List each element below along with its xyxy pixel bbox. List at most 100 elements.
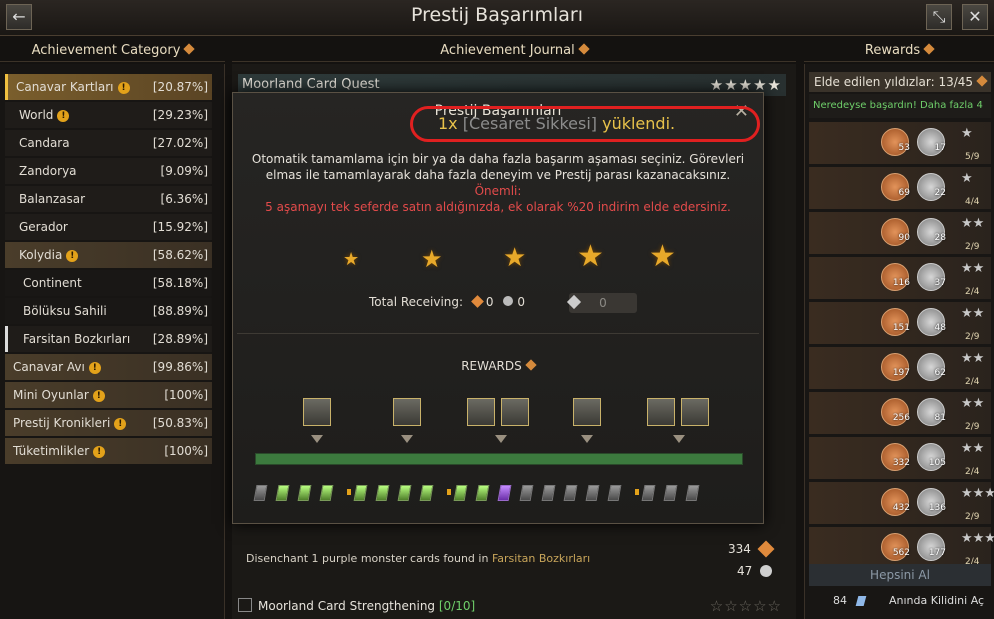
stage-star-icon[interactable]: ★ bbox=[343, 249, 359, 270]
orange-coin-icon: 256 bbox=[881, 398, 910, 426]
rewards-header: Rewards bbox=[804, 40, 994, 62]
orange-coin-icon: 562 bbox=[881, 533, 910, 561]
star-icon: ★★ bbox=[961, 351, 985, 366]
close-icon[interactable]: ✕ bbox=[962, 4, 988, 30]
collapse-icon[interactable]: ⤡ bbox=[926, 4, 952, 30]
silver-coin-icon: 81 bbox=[917, 398, 946, 426]
reward-tier[interactable]: 116 37 ★★ 2/4 bbox=[809, 257, 991, 299]
star-icon: ★★ bbox=[961, 441, 985, 456]
separator-dot bbox=[635, 489, 639, 495]
category-item[interactable]: Bölüksu Sahili [88.89%] bbox=[5, 298, 212, 324]
marker-icon bbox=[673, 435, 685, 443]
stage-gem-icon bbox=[375, 485, 390, 501]
silver-coin-icon: 17 bbox=[917, 128, 946, 156]
reward-card-icon[interactable] bbox=[393, 398, 421, 426]
reward-tier[interactable]: 69 22 ★ 4/4 bbox=[809, 167, 991, 209]
tier-progress: 2/9 bbox=[965, 422, 980, 432]
separator-dot bbox=[347, 489, 351, 495]
stage-gem-icon bbox=[519, 485, 534, 501]
stage-star-icon[interactable]: ★ bbox=[577, 239, 604, 274]
stage-gem-icon bbox=[419, 485, 434, 501]
stars-earned: Elde edilen yıldızlar: 13/45 bbox=[809, 72, 991, 92]
tier-progress: 5/9 bbox=[965, 152, 980, 162]
toast-message: 1x [Cesaret Sikkesi] yüklendi. bbox=[438, 114, 676, 133]
reward-tier[interactable]: 562 177 ★★★ 2/4 bbox=[809, 527, 994, 569]
star-icon: ★★★ bbox=[961, 486, 994, 501]
rewards-label: REWARDS bbox=[233, 359, 763, 373]
reward-card-icon[interactable] bbox=[681, 398, 709, 426]
category-item[interactable]: Canavar Kartları! [20.87%] bbox=[5, 74, 212, 100]
stage-gem-icon bbox=[397, 485, 412, 501]
reward-tier[interactable]: 432 136 ★★★ 2/9 bbox=[809, 482, 994, 524]
tier-progress: 2/4 bbox=[965, 287, 980, 297]
silver-coin-icon: 48 bbox=[917, 308, 946, 336]
category-item[interactable]: Canavar Avı! [99.86%] bbox=[5, 354, 212, 380]
stage-gem-icon bbox=[563, 485, 578, 501]
reward-card-icon[interactable] bbox=[573, 398, 601, 426]
checkbox-icon[interactable] bbox=[238, 598, 252, 612]
reward-tier[interactable]: 90 28 ★★ 2/9 bbox=[809, 212, 991, 254]
reward-tier[interactable]: 256 81 ★★ 2/9 bbox=[809, 392, 991, 434]
separator-dot bbox=[447, 489, 451, 495]
category-item[interactable]: Prestij Kronikleri! [50.83%] bbox=[5, 410, 212, 436]
total-receiving: Total Receiving: 0 0 bbox=[369, 295, 525, 309]
silver-coin-icon bbox=[760, 565, 772, 577]
stage-gem-icon bbox=[641, 485, 656, 501]
category-item[interactable]: Tüketimlikler! [100%] bbox=[5, 438, 212, 464]
orange-coin-icon: 53 bbox=[881, 128, 910, 156]
silver-coin-icon bbox=[503, 296, 514, 306]
tier-progress: 4/4 bbox=[965, 197, 980, 207]
orange-coin-icon: 90 bbox=[881, 218, 910, 246]
category-item[interactable]: Balanzasar [6.36%] bbox=[5, 186, 212, 212]
star-icon: ★★ bbox=[961, 306, 985, 321]
category-item[interactable]: Farsitan Bozkırları [28.89%] bbox=[5, 326, 212, 352]
tier-progress: 2/9 bbox=[965, 512, 980, 522]
orange-coin-icon: 432 bbox=[881, 488, 910, 516]
stage-gem-icon bbox=[497, 485, 512, 501]
rewards-panel: Elde edilen yıldızlar: 13/45 Neredeyse b… bbox=[804, 64, 994, 619]
star-icon: ★★ bbox=[961, 216, 985, 231]
reward-card-icon[interactable] bbox=[647, 398, 675, 426]
silver-coin-icon: 177 bbox=[917, 533, 946, 561]
category-item[interactable]: Candara [27.02%] bbox=[5, 130, 212, 156]
stage-star-icon[interactable]: ★ bbox=[649, 239, 676, 274]
category-item[interactable]: World! [29.23%] bbox=[5, 102, 212, 128]
stage-star-icon[interactable]: ★ bbox=[503, 243, 526, 273]
almost-done-note: Neredeyse başardın! Daha fazla 4 al. bbox=[809, 94, 991, 135]
journal-row[interactable]: Moorland Card Strengthening [0/10] ☆☆☆☆☆ bbox=[238, 596, 786, 616]
stage-gem-icon bbox=[585, 485, 600, 501]
orange-coin-icon: 197 bbox=[881, 353, 910, 381]
reward-tier[interactable]: 151 48 ★★ 2/9 bbox=[809, 302, 991, 344]
diamond-icon bbox=[855, 596, 867, 606]
orange-coin-icon: 69 bbox=[881, 173, 910, 201]
tier-progress: 2/4 bbox=[965, 377, 980, 387]
stage-gem-icon bbox=[685, 485, 700, 501]
tier-progress: 2/9 bbox=[965, 242, 980, 252]
reward-card-icon[interactable] bbox=[501, 398, 529, 426]
category-item[interactable]: Kolydia! [58.62%] bbox=[5, 242, 212, 268]
orange-coin-icon: 116 bbox=[881, 263, 910, 291]
orange-coin-icon: 151 bbox=[881, 308, 910, 336]
collect-all-button[interactable]: Hepsini Al bbox=[809, 564, 991, 586]
reward-tier[interactable]: 197 62 ★★ 2/4 bbox=[809, 347, 991, 389]
category-item[interactable]: Gerador [15.92%] bbox=[5, 214, 212, 240]
category-item[interactable]: Continent [58.18%] bbox=[5, 270, 212, 296]
reward-card-icon[interactable] bbox=[303, 398, 331, 426]
marker-icon bbox=[311, 435, 323, 443]
stage-gem-icon bbox=[275, 485, 290, 501]
star-icon: ★★ bbox=[961, 261, 985, 276]
instant-unlock[interactable]: 84 Anında Kilidini Aç bbox=[809, 590, 991, 612]
stage-gem-icon bbox=[253, 485, 268, 501]
star-icon: ★ bbox=[961, 171, 973, 186]
reward-tier[interactable]: 53 17 ★ 5/9 bbox=[809, 122, 991, 164]
reward-card-icon[interactable] bbox=[467, 398, 495, 426]
category-item[interactable]: Mini Oyunlar! [100%] bbox=[5, 382, 212, 408]
category-item[interactable]: Zandorya [9.09%] bbox=[5, 158, 212, 184]
reward-tier[interactable]: 332 105 ★★ 2/4 bbox=[809, 437, 991, 479]
stage-star-icon[interactable]: ★ bbox=[421, 245, 443, 273]
page-title: Prestij Başarımları bbox=[411, 4, 583, 26]
stars-icon: ☆☆☆☆☆ bbox=[709, 597, 782, 615]
tier-progress: 2/4 bbox=[965, 467, 980, 477]
divider bbox=[237, 333, 759, 334]
marker-icon bbox=[495, 435, 507, 443]
